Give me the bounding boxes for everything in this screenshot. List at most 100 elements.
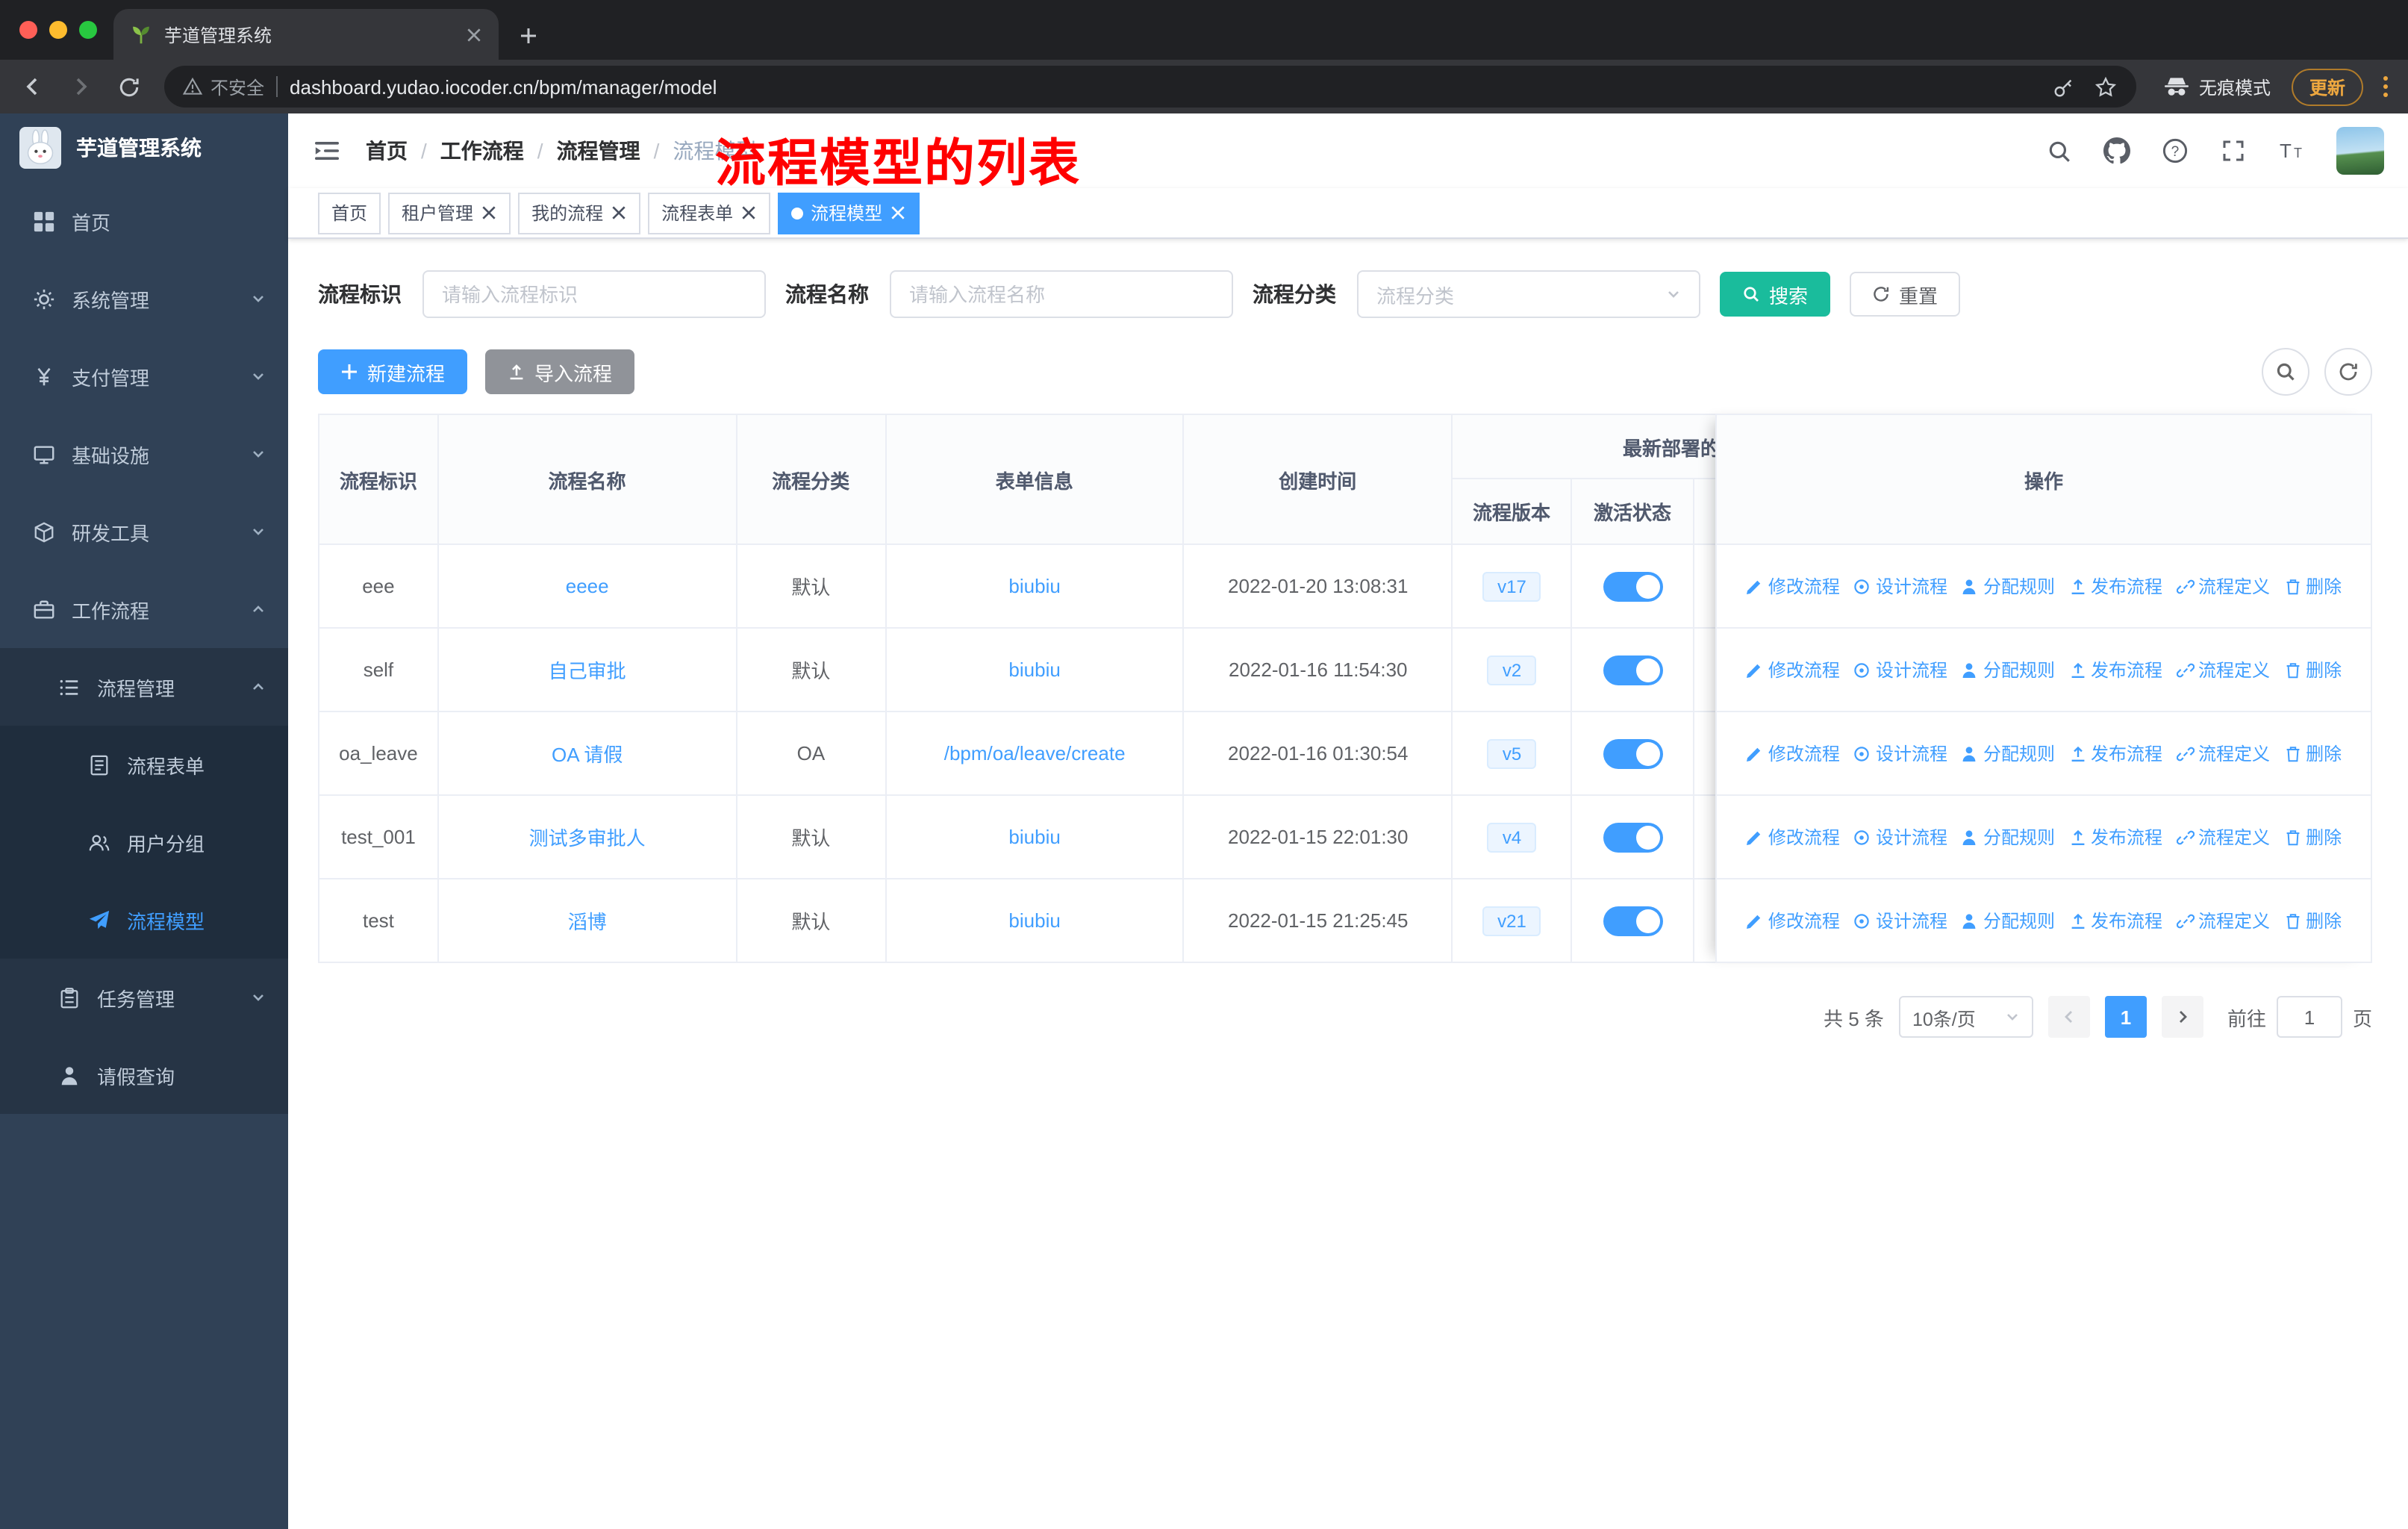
breadcrumb-item[interactable]: 工作流程	[440, 136, 524, 166]
row-action-design[interactable]: 设计流程	[1853, 824, 1947, 850]
sidebar-item-process-form[interactable]: 流程表单	[0, 726, 288, 803]
font-size-icon[interactable]: TT	[2278, 137, 2305, 164]
breadcrumb-item[interactable]: 首页	[366, 136, 408, 166]
reload-button[interactable]	[110, 69, 146, 105]
row-action-delete[interactable]: 删除	[2283, 741, 2342, 766]
sidebar-item-payment[interactable]: 支付管理	[0, 337, 288, 415]
active-toggle[interactable]	[1603, 738, 1663, 768]
sidebar-item-home[interactable]: 首页	[0, 182, 288, 260]
process-name-link[interactable]: 测试多审批人	[529, 823, 646, 851]
sidebar-item-infrastructure[interactable]: 基础设施	[0, 415, 288, 493]
form-link[interactable]: biubiu	[1008, 575, 1060, 597]
toggle-search-button[interactable]	[2262, 348, 2309, 396]
row-action-assign[interactable]: 分配规则	[1961, 657, 2055, 682]
filter-input[interactable]	[890, 270, 1233, 318]
sidebar-item-process-model[interactable]: 流程模型	[0, 881, 288, 959]
page-size-select[interactable]: 10条/页	[1898, 996, 2033, 1038]
avatar[interactable]	[2336, 127, 2384, 175]
bookmark-star-icon[interactable]	[2092, 72, 2121, 102]
tag-2[interactable]: 我的流程	[518, 192, 641, 234]
row-action-design[interactable]: 设计流程	[1853, 908, 1947, 933]
tag-close-icon[interactable]	[740, 205, 757, 221]
page-number-button[interactable]: 1	[2104, 996, 2147, 1038]
row-action-delete[interactable]: 删除	[2283, 573, 2342, 599]
row-action-publish[interactable]: 发布流程	[2068, 573, 2162, 599]
process-name-link[interactable]: eeee	[566, 575, 609, 597]
row-action-assign[interactable]: 分配规则	[1961, 908, 2055, 933]
back-button[interactable]	[15, 69, 51, 105]
tag-close-icon[interactable]	[890, 205, 906, 221]
row-action-definition[interactable]: 流程定义	[2176, 908, 2270, 933]
search-icon[interactable]	[2045, 137, 2072, 164]
active-toggle[interactable]	[1603, 822, 1663, 852]
process-name-link[interactable]: 自己审批	[549, 655, 626, 684]
row-action-definition[interactable]: 流程定义	[2176, 824, 2270, 850]
browser-menu-icon[interactable]	[2381, 75, 2390, 99]
prev-page-button[interactable]	[2047, 996, 2090, 1038]
breadcrumb-item[interactable]: 流程管理	[557, 136, 640, 166]
row-action-publish[interactable]: 发布流程	[2068, 824, 2162, 850]
row-action-publish[interactable]: 发布流程	[2068, 657, 2162, 682]
active-toggle[interactable]	[1603, 655, 1663, 685]
tag-4[interactable]: 流程模型	[778, 192, 920, 234]
row-action-edit[interactable]: 修改流程	[1746, 824, 1840, 850]
sidebar-item-system[interactable]: 系统管理	[0, 260, 288, 337]
tag-0[interactable]: 首页	[318, 192, 381, 234]
active-toggle[interactable]	[1603, 571, 1663, 601]
password-key-icon[interactable]	[2050, 72, 2080, 102]
row-action-assign[interactable]: 分配规则	[1961, 824, 2055, 850]
process-name-link[interactable]: OA 请假	[552, 739, 623, 767]
tag-close-icon[interactable]	[481, 205, 497, 221]
sidebar-item-workflow[interactable]: 工作流程	[0, 570, 288, 648]
form-link[interactable]: biubiu	[1008, 658, 1060, 681]
sidebar-item-user-group[interactable]: 用户分组	[0, 803, 288, 881]
github-icon[interactable]	[2103, 137, 2130, 164]
tab-close-icon[interactable]	[463, 24, 484, 45]
tag-3[interactable]: 流程表单	[648, 192, 771, 234]
sidebar-item-devtools[interactable]: 研发工具	[0, 493, 288, 570]
refresh-table-button[interactable]	[2324, 348, 2372, 396]
filter-input[interactable]	[422, 270, 766, 318]
search-button[interactable]: 搜索	[1720, 272, 1831, 317]
process-name-link[interactable]: 滔博	[568, 906, 607, 935]
row-action-assign[interactable]: 分配规则	[1961, 741, 2055, 766]
row-action-edit[interactable]: 修改流程	[1746, 573, 1840, 599]
row-action-definition[interactable]: 流程定义	[2176, 573, 2270, 599]
help-icon[interactable]: ?	[2162, 137, 2189, 164]
new-tab-button[interactable]	[517, 24, 540, 48]
goto-page-input[interactable]	[2276, 996, 2342, 1038]
row-action-edit[interactable]: 修改流程	[1746, 908, 1840, 933]
form-link[interactable]: /bpm/oa/leave/create	[944, 742, 1126, 764]
category-select[interactable]: 流程分类	[1357, 270, 1700, 318]
update-button[interactable]: 更新	[2291, 68, 2363, 105]
minimize-window-button[interactable]	[49, 21, 67, 39]
sidebar-collapse-icon[interactable]	[312, 136, 342, 166]
form-link[interactable]: biubiu	[1008, 826, 1060, 848]
row-action-design[interactable]: 设计流程	[1853, 657, 1947, 682]
sidebar-item-process-management[interactable]: 流程管理	[0, 648, 288, 726]
tag-1[interactable]: 租户管理	[388, 192, 511, 234]
logo-row[interactable]: 芋道管理系统	[0, 113, 288, 182]
active-toggle[interactable]	[1603, 906, 1663, 935]
row-action-assign[interactable]: 分配规则	[1961, 573, 2055, 599]
import-process-button[interactable]: 导入流程	[485, 349, 635, 394]
sidebar-item-task-management[interactable]: 任务管理	[0, 959, 288, 1036]
row-action-definition[interactable]: 流程定义	[2176, 741, 2270, 766]
tag-close-icon[interactable]	[611, 205, 627, 221]
row-action-publish[interactable]: 发布流程	[2068, 741, 2162, 766]
row-action-definition[interactable]: 流程定义	[2176, 657, 2270, 682]
security-chip[interactable]: 不安全	[182, 74, 264, 99]
form-link[interactable]: biubiu	[1008, 909, 1060, 932]
sidebar-item-leave-query[interactable]: 请假查询	[0, 1036, 288, 1114]
row-action-delete[interactable]: 删除	[2283, 824, 2342, 850]
row-action-design[interactable]: 设计流程	[1853, 573, 1947, 599]
row-action-edit[interactable]: 修改流程	[1746, 657, 1840, 682]
row-action-delete[interactable]: 删除	[2283, 657, 2342, 682]
fullscreen-icon[interactable]	[2220, 137, 2247, 164]
next-page-button[interactable]	[2161, 996, 2203, 1038]
row-action-delete[interactable]: 删除	[2283, 908, 2342, 933]
reset-button[interactable]: 重置	[1850, 272, 1961, 317]
row-action-design[interactable]: 设计流程	[1853, 741, 1947, 766]
row-action-publish[interactable]: 发布流程	[2068, 908, 2162, 933]
close-window-button[interactable]	[19, 21, 37, 39]
